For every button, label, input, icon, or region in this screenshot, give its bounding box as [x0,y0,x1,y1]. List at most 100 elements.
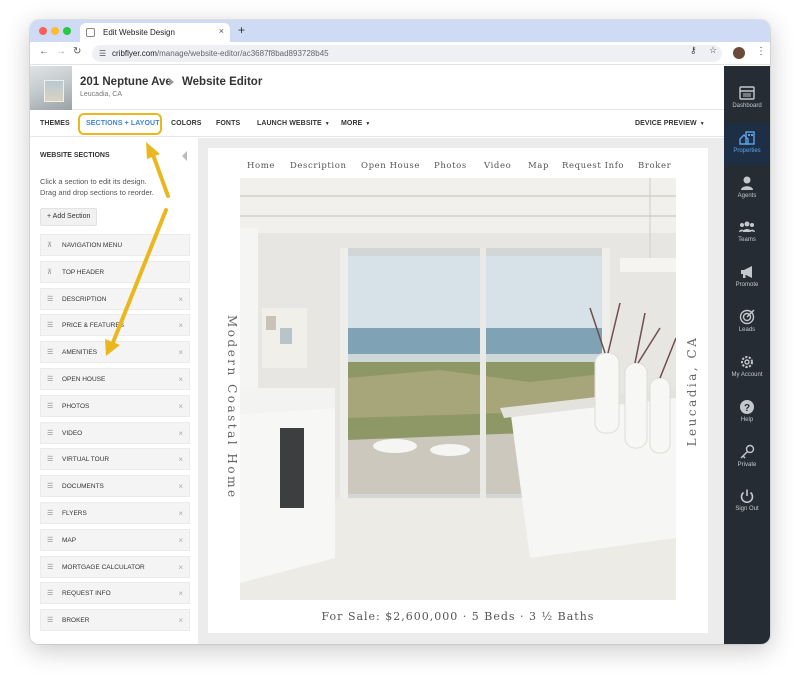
tab-close-icon[interactable]: × [219,26,224,36]
section-label: BROKER [62,617,90,625]
reload-icon[interactable]: ↻ [73,46,81,57]
remove-section-icon[interactable]: × [178,321,183,330]
remove-section-icon[interactable]: × [178,429,183,438]
section-row[interactable]: ☰ PHOTOS × [40,394,190,417]
remove-section-icon[interactable]: × [178,375,183,384]
remove-section-icon[interactable]: × [178,295,183,304]
remove-section-icon[interactable]: × [178,536,183,545]
preview-nav-link[interactable]: Open House [361,161,420,171]
drag-handle-icon[interactable]: ☰ [47,349,53,356]
browser-menu-icon[interactable]: ⋮ [756,46,766,57]
section-row[interactable]: ⊼ TOP HEADER [40,260,190,283]
menu-themes[interactable]: THEMES [40,120,70,127]
rail-item-private[interactable]: Private [724,437,770,479]
menu-more[interactable]: MORE ▼ [341,120,370,127]
section-label: PHOTOS [62,402,90,410]
forward-arrow-icon[interactable]: → [56,46,66,57]
rail-item-teams[interactable]: Teams [724,212,770,254]
rail-label: Leads [738,327,756,333]
drag-handle-icon[interactable]: ☰ [47,590,53,597]
rail-item-help[interactable]: ? Help [724,392,770,434]
section-row[interactable]: ☰ DOCUMENTS × [40,475,190,498]
section-row[interactable]: ☰ VIRTUAL TOUR × [40,448,190,471]
section-label: NAVIGATION MENU [62,242,123,249]
section-row[interactable]: ☰ OPEN HOUSE × [40,368,190,390]
rail-item-my-account[interactable]: My Account [724,347,770,389]
property-address[interactable]: 201 Neptune Ave [80,76,172,88]
section-row[interactable]: ☰ MAP × [40,528,190,551]
site-settings-icon[interactable]: ☰ [99,49,106,58]
drag-handle-icon[interactable]: ☰ [47,510,53,517]
section-row[interactable]: ☰ VIDEO × [40,421,190,444]
section-label: FLYERS [62,510,87,517]
menu-colors[interactable]: COLORS [171,120,202,127]
menu-fonts[interactable]: FONTS [216,120,240,127]
drag-handle-icon[interactable]: ☰ [47,456,53,463]
section-row[interactable]: ⊼ NAVIGATION MENU [40,234,190,256]
browser-toolbar: ← → ↻ ☰ cribflyer.com/manage/website-edi… [30,42,770,65]
drag-handle-icon[interactable]: ☰ [47,322,53,329]
drag-handle-icon[interactable]: ☰ [47,483,53,490]
profile-avatar[interactable] [733,47,745,59]
drag-handle-icon[interactable]: ☰ [47,430,53,437]
zoom-window-button[interactable] [63,27,71,35]
password-key-icon[interactable]: ⚷ [690,45,697,56]
menu-launch-website[interactable]: LAUNCH WEBSITE ▼ [257,120,330,127]
address-bar[interactable]: ☰ cribflyer.com/manage/website-editor/ac… [92,45,722,62]
section-label: OPEN HOUSE [62,376,106,383]
section-row[interactable]: ☰ PRICE & FEATURES × [40,314,190,337]
section-row[interactable]: ☰ REQUEST INFO × [40,582,190,605]
close-window-button[interactable] [39,27,47,35]
sidebar-heading: WEBSITE SECTIONS [40,152,110,159]
remove-section-icon[interactable]: × [178,455,183,464]
preview-nav-link[interactable]: Description [290,161,347,171]
rail-item-dashboard[interactable]: Dashboard [724,78,770,120]
section-row[interactable]: ☰ FLYERS × [40,502,190,524]
remove-section-icon[interactable]: × [178,563,183,572]
preview-nav-link[interactable]: Broker [638,161,671,171]
remove-section-icon[interactable]: × [178,589,183,598]
remove-section-icon[interactable]: × [178,482,183,491]
drag-handle-icon[interactable]: ☰ [47,296,53,303]
pin-top-icon[interactable]: ⊼ [47,269,52,276]
property-thumbnail[interactable] [30,66,72,110]
back-arrow-icon[interactable]: ← [39,46,49,57]
rail-item-leads[interactable]: Leads [724,302,770,344]
rail-item-properties[interactable]: Properties [724,123,770,165]
drag-handle-icon[interactable]: ☰ [47,376,53,383]
new-tab-button[interactable]: + [238,23,245,37]
section-row[interactable]: ☰ BROKER × [40,609,190,632]
drag-handle-icon[interactable]: ☰ [47,537,53,544]
section-label: MAP [62,536,77,544]
preview-tagline: For Sale: $2,600,000 · 5 Beds · 3 ½ Bath… [321,610,595,623]
preview-nav-link[interactable]: Home [247,161,275,171]
pin-top-icon[interactable]: ⊼ [47,242,52,249]
drag-handle-icon[interactable]: ☰ [47,564,53,571]
minimize-window-button[interactable] [51,27,59,35]
remove-section-icon[interactable]: × [178,402,183,411]
rail-item-agents[interactable]: Agents [724,168,770,210]
section-row[interactable]: ☰ MORTGAGE CALCULATOR × [40,555,190,578]
section-row[interactable]: ☰ AMENITIES × [40,341,190,364]
bookmark-star-icon[interactable]: ☆ [709,45,717,56]
section-label: REQUEST INFO [62,590,111,598]
remove-section-icon[interactable]: × [178,509,183,518]
preview-nav-link[interactable]: Photos [434,161,467,171]
remove-section-icon[interactable]: × [178,348,183,357]
section-row[interactable]: ☰ DESCRIPTION × [40,287,190,310]
drag-handle-icon[interactable]: ☰ [47,403,53,410]
target-icon [724,309,770,325]
preview-nav-link[interactable]: Request Info [562,161,624,171]
preview-nav-link[interactable]: Map [528,161,549,171]
drag-handle-icon[interactable]: ☰ [47,617,53,624]
rail-item-sign-out[interactable]: Sign Out [724,481,770,523]
collapse-sidebar-icon[interactable] [182,151,187,161]
hero-photo[interactable] [240,178,676,600]
browser-tab[interactable]: Edit Website Design × [80,23,230,42]
preview-nav-link[interactable]: Video [484,161,511,171]
rail-item-promote[interactable]: Promote [724,257,770,299]
remove-section-icon[interactable]: × [178,616,183,625]
add-section-button[interactable]: + Add Section [40,208,98,226]
menu-device-preview[interactable]: DEVICE PREVIEW ▼ [635,120,705,127]
preview-card[interactable]: Home Description Open House Photos Video Map R… [208,148,708,633]
